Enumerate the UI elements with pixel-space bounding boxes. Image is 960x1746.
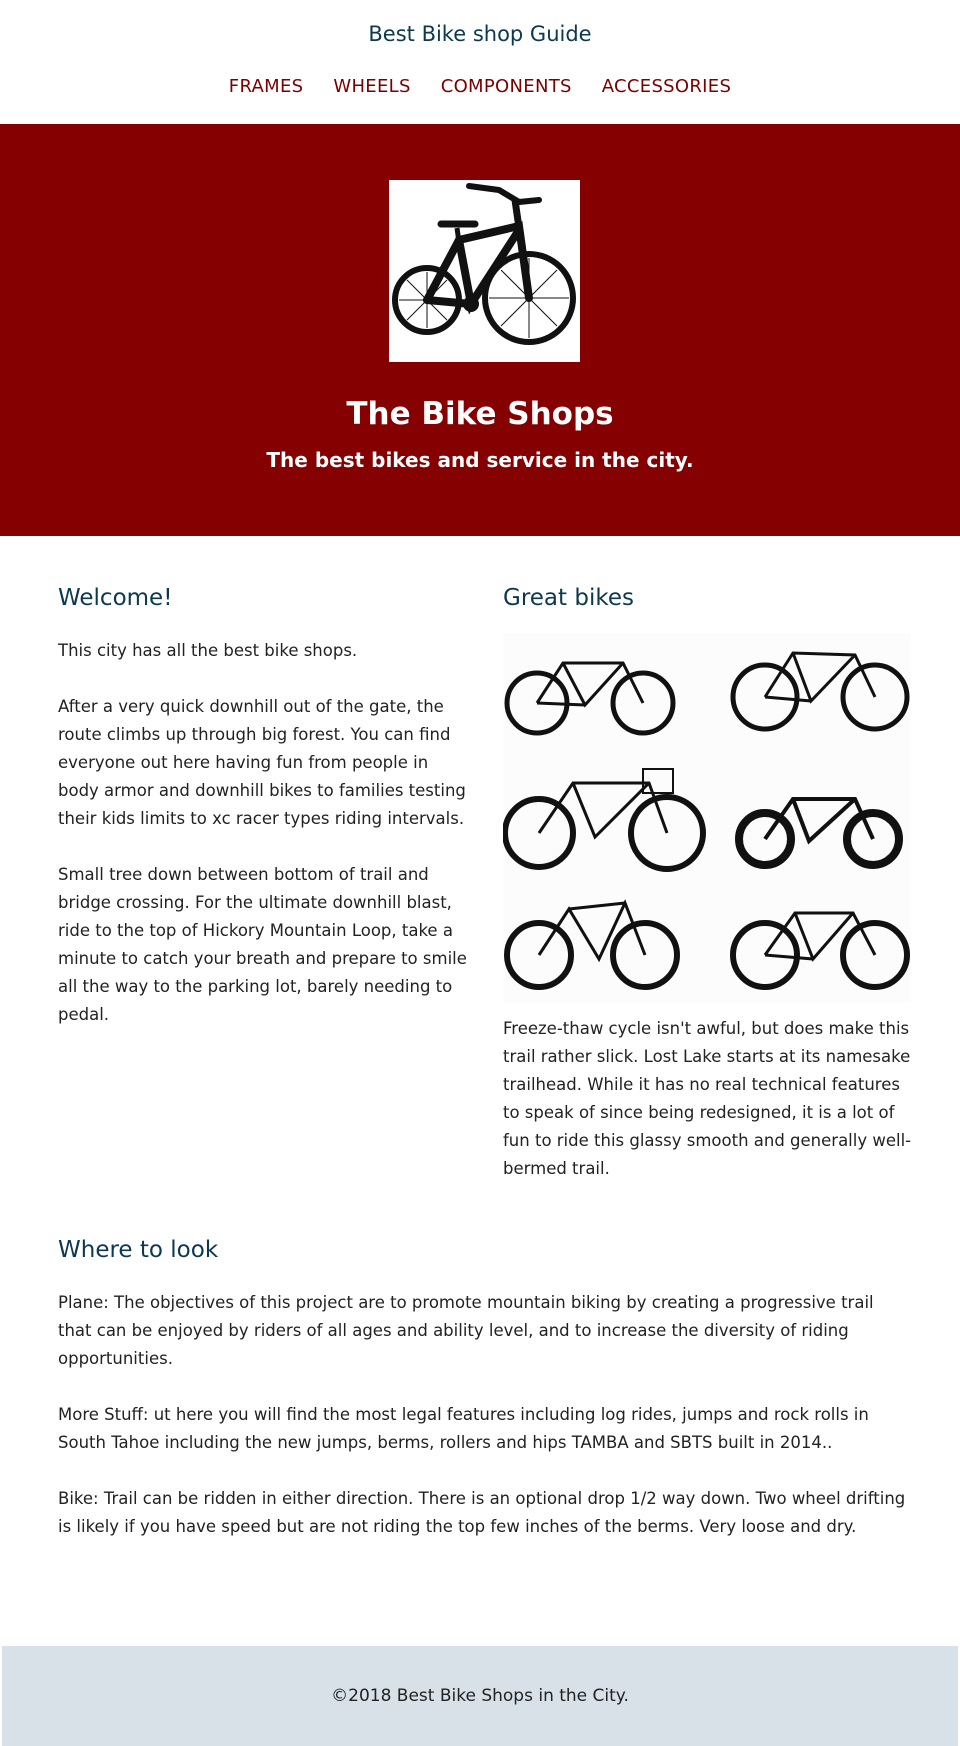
welcome-section: Welcome! This city has all the best bike… (58, 585, 468, 1057)
where-paragraph: Bike: Trail can be ridden in either dire… (58, 1489, 906, 1536)
welcome-paragraph: After a very quick downhill out of the g… (58, 697, 466, 828)
great-bikes-paragraph: Freeze-thaw cycle isn't awful, but does … (503, 1019, 912, 1178)
bicycle-icon (389, 180, 580, 362)
nav-frames[interactable]: FRAMES (229, 76, 304, 97)
welcome-paragraph: Small tree down between bottom of trail … (58, 865, 467, 1024)
welcome-heading: Welcome! (58, 585, 173, 611)
great-bikes-heading: Great bikes (503, 585, 634, 611)
bicycles-grid-icon (502, 633, 911, 1003)
main-nav: FRAMES WHEELS COMPONENTS ACCESSORIES (0, 76, 960, 97)
where-paragraph: Plane: The objectives of this project ar… (58, 1293, 874, 1368)
great-bikes-section: Great bikes Freeze-thaw cycle isn't awfu… (502, 585, 913, 1183)
nav-accessories[interactable]: ACCESSORIES (602, 76, 731, 97)
where-paragraph: More Stuff: ut here you will find the mo… (58, 1405, 869, 1452)
nav-components[interactable]: COMPONENTS (441, 76, 572, 97)
footer-text: ©2018 Best Bike Shops in the City. (331, 1686, 629, 1706)
hero-subtitle: The best bikes and service in the city. (266, 448, 694, 472)
where-heading: Where to look (58, 1237, 219, 1263)
site-title[interactable]: Best Bike shop Guide (0, 22, 960, 46)
nav-wheels[interactable]: WHEELS (333, 76, 410, 97)
where-to-look-section: Where to look Plane: The objectives of t… (58, 1237, 908, 1569)
welcome-paragraph: This city has all the best bike shops. (58, 641, 358, 660)
hero-banner: The Bike Shops The best bikes and servic… (0, 124, 960, 536)
site-header: Best Bike shop Guide FRAMES WHEELS COMPO… (0, 0, 960, 124)
hero-title: The Bike Shops (346, 396, 614, 432)
site-footer: ©2018 Best Bike Shops in the City. (2, 1646, 958, 1746)
